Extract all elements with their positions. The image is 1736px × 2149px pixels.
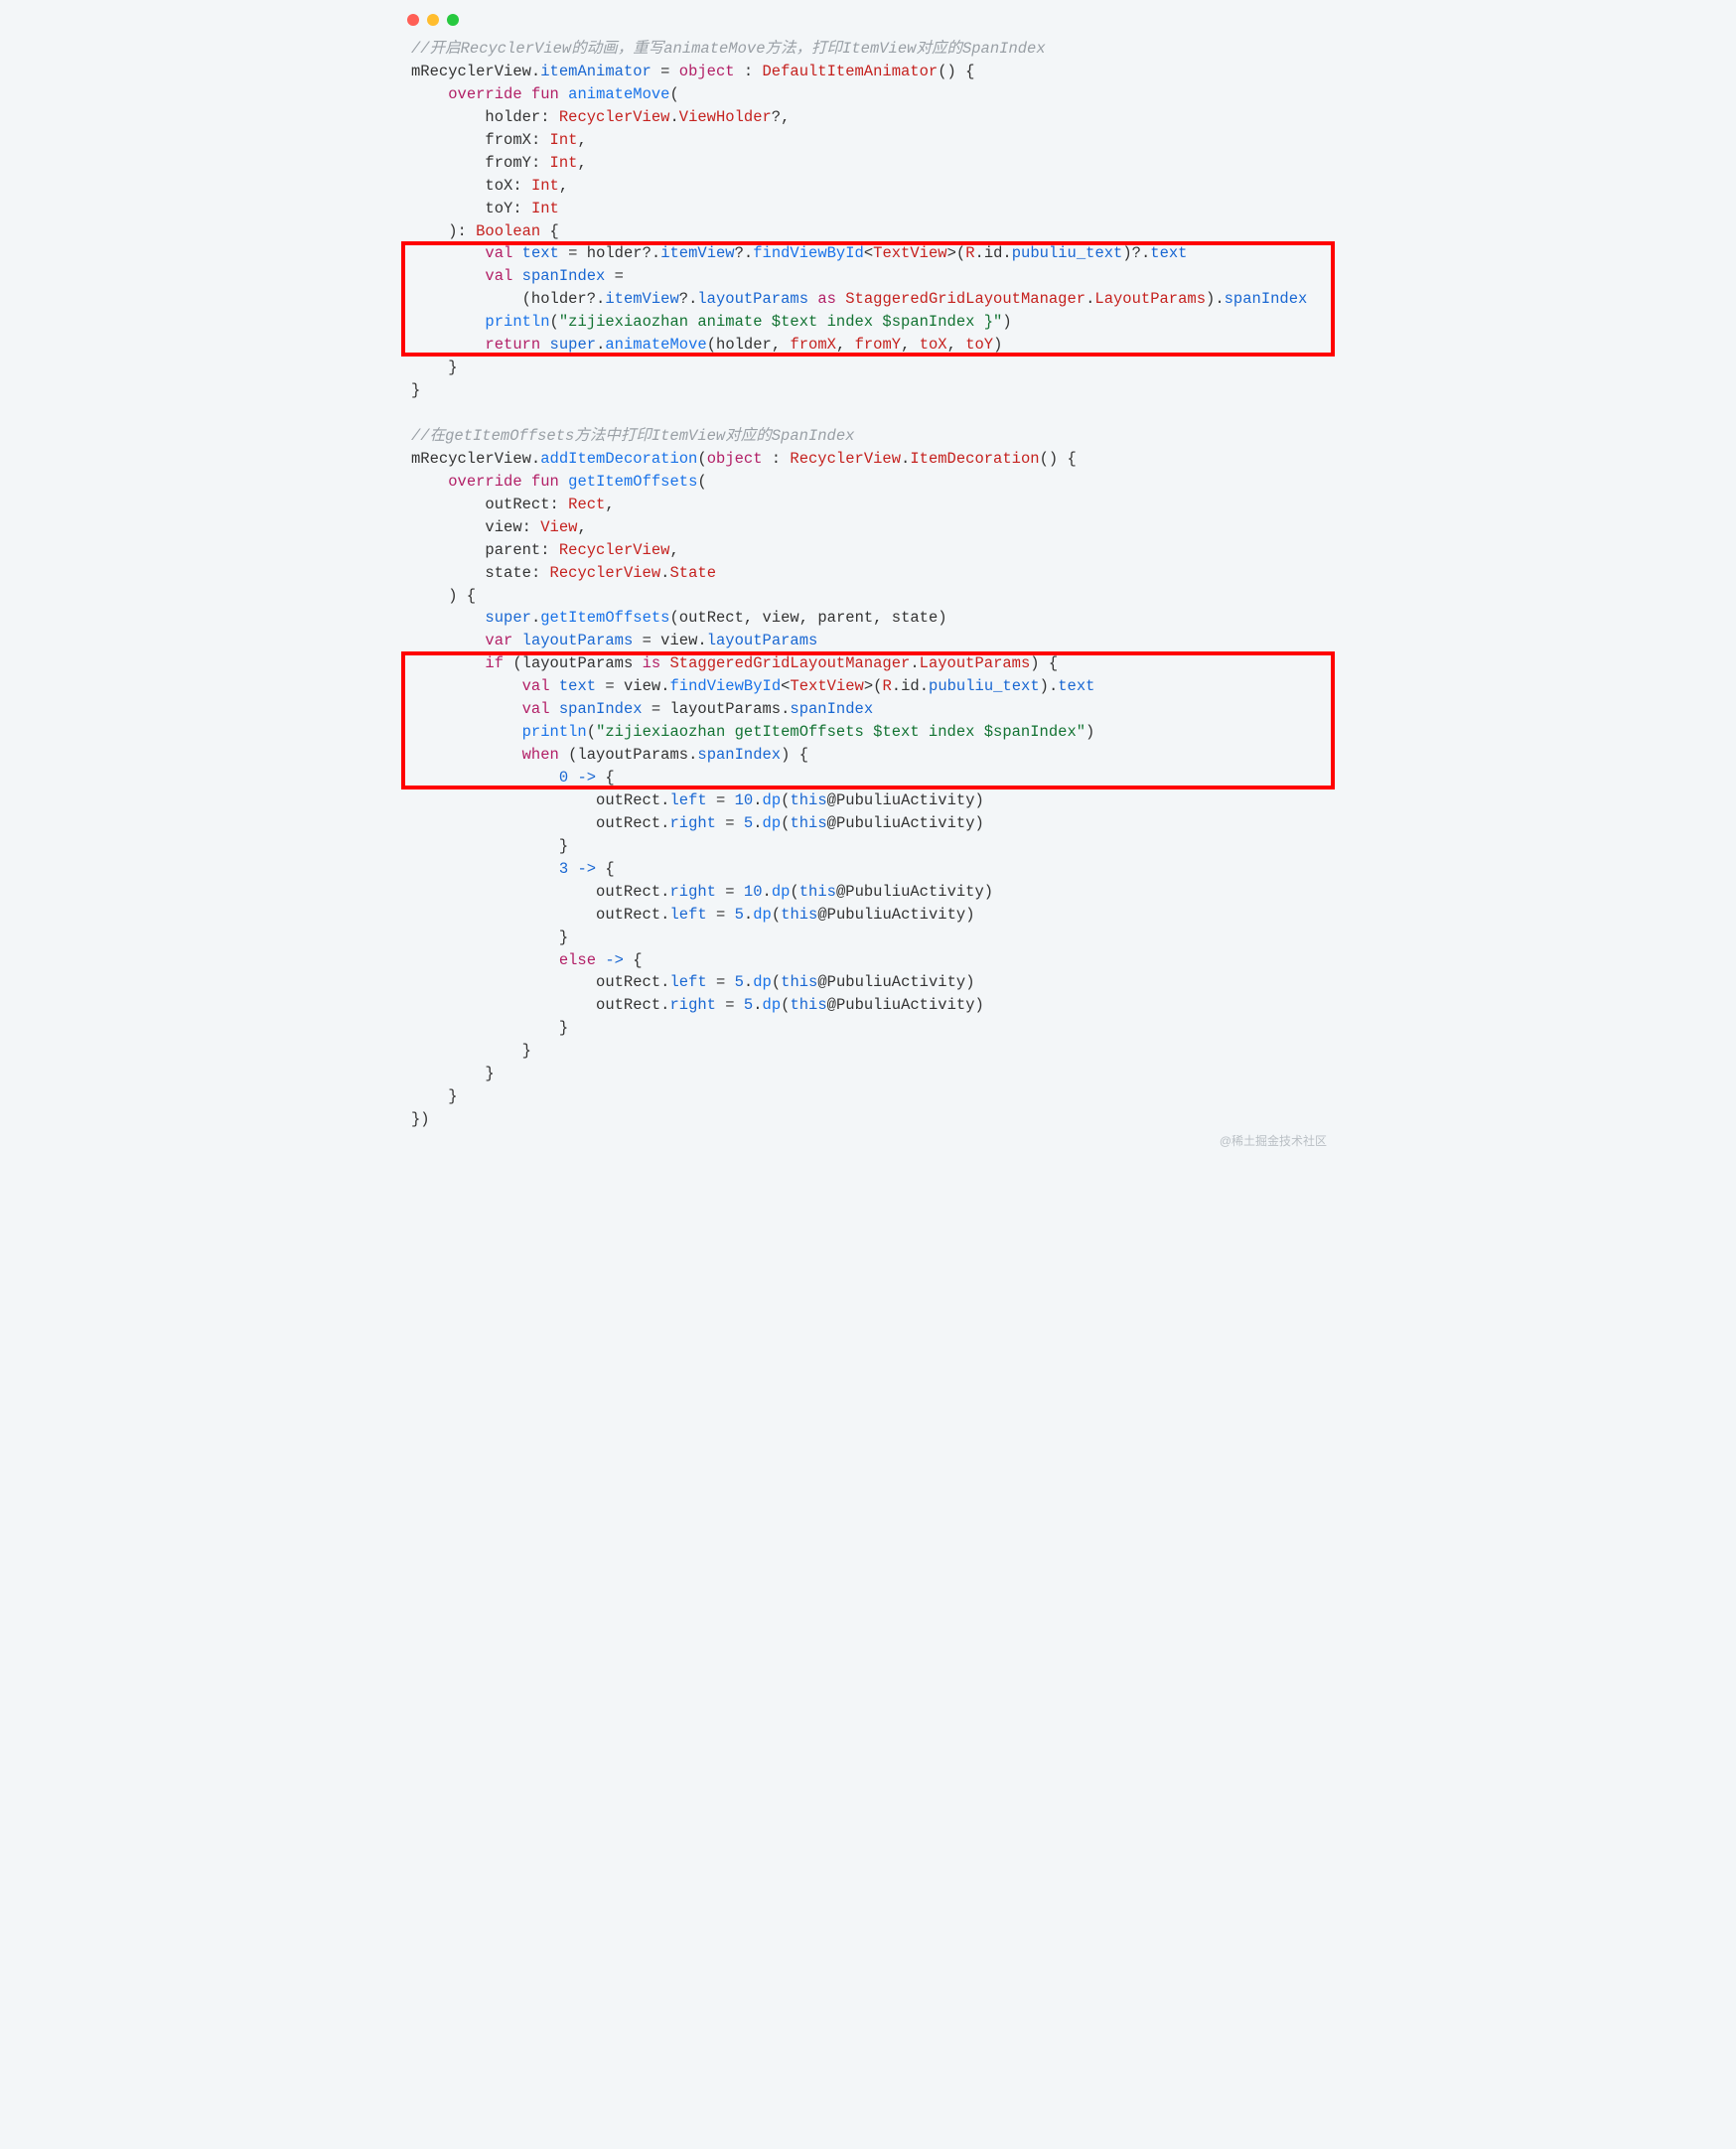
watermark: @稀土掘金技术社区 [1220, 1133, 1327, 1151]
code-window: //开启RecyclerView的动画，重写animateMove方法，打印It… [393, 0, 1343, 1161]
code-block: //开启RecyclerView的动画，重写animateMove方法，打印It… [397, 38, 1339, 1141]
code-comment: //开启RecyclerView的动画，重写animateMove方法，打印It… [411, 40, 1046, 58]
minimize-icon[interactable] [427, 14, 439, 26]
close-icon[interactable] [407, 14, 419, 26]
window-titlebar [393, 0, 1343, 32]
code-comment: //在getItemOffsets方法中打印ItemView对应的SpanInd… [411, 427, 854, 445]
code-area: //开启RecyclerView的动画，重写animateMove方法，打印It… [393, 32, 1343, 1161]
maximize-icon[interactable] [447, 14, 459, 26]
